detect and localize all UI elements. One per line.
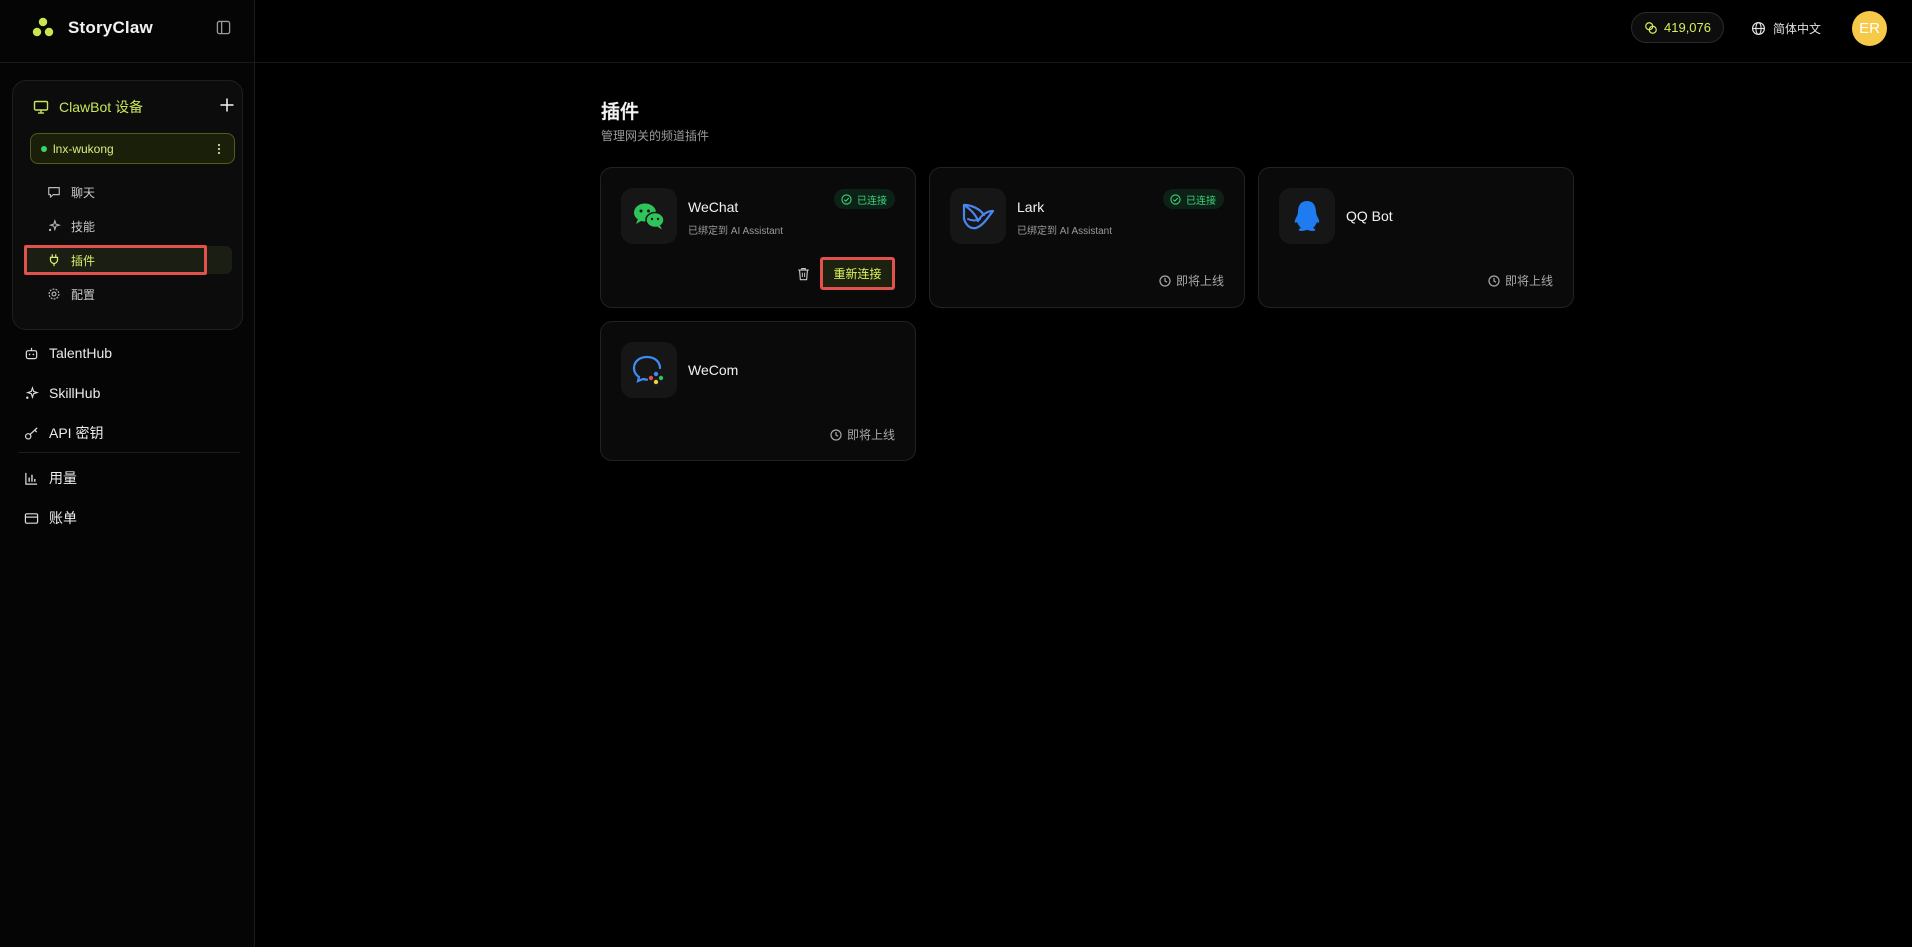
sidebar-item-label: 聊天 xyxy=(71,185,96,200)
device-name: lnx-wukong xyxy=(53,141,114,156)
device-section-title: ClawBot 设备 xyxy=(59,99,144,115)
nav-divider xyxy=(18,452,240,453)
credit-card-icon xyxy=(24,512,39,524)
nav-item-label: API 密钥 xyxy=(49,425,104,441)
coming-soon-text: 即将上线 xyxy=(1175,274,1224,288)
clock-icon xyxy=(830,428,842,441)
credits-value: 419,076 xyxy=(1664,20,1711,35)
clock-icon xyxy=(1488,274,1500,287)
key-icon xyxy=(24,426,38,440)
sidebar-item-label: 配置 xyxy=(71,287,96,302)
status-label: 已连接 xyxy=(1186,195,1216,207)
status-badge: 已连接 xyxy=(834,189,895,209)
check-circle-icon xyxy=(841,193,852,205)
page-title: 插件 xyxy=(601,102,640,123)
monitor-icon xyxy=(33,100,49,114)
sidebar-item-chat[interactable]: 聊天 xyxy=(25,178,232,206)
coming-soon-text: 即将上线 xyxy=(846,428,895,442)
add-device-button[interactable] xyxy=(217,95,237,115)
storyclaw-logo-icon xyxy=(30,15,56,41)
nav-item-skillhub[interactable]: SkillHub xyxy=(24,380,100,406)
plugin-name: WeChat xyxy=(688,199,739,215)
status-label: 已连接 xyxy=(857,195,887,207)
nav-item-label: 用量 xyxy=(49,470,77,486)
online-status-dot xyxy=(41,145,47,152)
settings-icon xyxy=(48,288,60,300)
brand[interactable]: StoryClaw xyxy=(30,15,153,41)
check-circle-icon xyxy=(1170,193,1181,205)
plugin-card-lark: Lark 已绑定到 AI Assistant 已连接 即将上线 xyxy=(929,167,1245,308)
device-section-header: ClawBot 设备 xyxy=(33,97,143,117)
sidebar-item-settings[interactable]: 配置 xyxy=(25,280,232,308)
nav-item-label: 账单 xyxy=(49,510,77,526)
language-label: 简体中文 xyxy=(1773,21,1822,36)
plugin-binding: 已绑定到 AI Assistant xyxy=(688,226,784,237)
plugin-name: Lark xyxy=(1017,199,1045,215)
coming-soon-label: 即将上线 xyxy=(1488,272,1553,289)
plugin-name: QQ Bot xyxy=(1346,208,1393,224)
globe-icon xyxy=(1751,21,1766,35)
nav-item-usage[interactable]: 用量 xyxy=(24,465,77,491)
language-selector[interactable]: 简体中文 xyxy=(1751,17,1821,39)
reconnect-label: 重新连接 xyxy=(833,267,882,281)
coming-soon-label: 即将上线 xyxy=(830,426,895,443)
sparkle-icon xyxy=(48,219,61,232)
plugin-card-qqbot: QQ Bot 即将上线 xyxy=(1258,167,1574,308)
sidebar-item-skills[interactable]: 技能 xyxy=(25,212,232,240)
coming-soon-text: 即将上线 xyxy=(1504,274,1553,288)
wechat-icon xyxy=(621,188,677,244)
chat-icon xyxy=(48,187,60,198)
credits-badge[interactable]: 419,076 xyxy=(1631,12,1724,43)
plus-icon xyxy=(220,98,234,112)
sidebar-collapse-button[interactable] xyxy=(214,18,232,36)
coming-soon-label: 即将上线 xyxy=(1159,272,1224,289)
nav-item-label: SkillHub xyxy=(49,385,101,401)
sparkle-icon xyxy=(25,385,39,399)
robot-icon xyxy=(25,347,38,359)
more-vertical-icon[interactable] xyxy=(214,141,224,157)
nav-item-talenthub[interactable]: TalentHub xyxy=(24,340,112,366)
avatar[interactable]: ER xyxy=(1852,11,1887,46)
plug-icon xyxy=(49,254,59,267)
header-divider xyxy=(255,62,1912,63)
sidebar-divider xyxy=(0,62,255,63)
nav-item-api-keys[interactable]: API 密钥 xyxy=(24,420,103,446)
device-selector[interactable]: lnx-wukong xyxy=(30,133,235,164)
sidebar-toggle-icon xyxy=(216,20,230,34)
plugin-card-wecom: WeCom 即将上线 xyxy=(600,321,916,461)
nav-item-billing[interactable]: 账单 xyxy=(24,505,77,531)
reconnect-button[interactable]: 重新连接 xyxy=(820,257,895,290)
lark-icon xyxy=(950,188,1006,244)
sidebar: StoryClaw ClawBot 设备 lnx-wukong 聊天 技能 插件… xyxy=(0,0,255,947)
sidebar-item-label: 技能 xyxy=(71,219,96,234)
wecom-icon xyxy=(621,342,677,398)
page-subtitle: 管理网关的频道插件 xyxy=(601,129,710,143)
nav-item-label: TalentHub xyxy=(49,345,113,361)
clock-icon xyxy=(1159,274,1171,287)
bar-chart-icon xyxy=(25,472,38,485)
trash-icon xyxy=(797,268,809,281)
app-name: StoryClaw xyxy=(68,18,153,37)
sidebar-item-plugins[interactable]: 插件 xyxy=(25,246,232,274)
delete-button[interactable] xyxy=(795,266,811,282)
coins-icon xyxy=(1645,21,1657,34)
plugin-card-wechat: WeChat 已绑定到 AI Assistant 已连接 重新连接 xyxy=(600,167,916,308)
plugin-binding: 已绑定到 AI Assistant xyxy=(1017,226,1113,237)
sidebar-item-label: 插件 xyxy=(71,253,96,268)
status-badge: 已连接 xyxy=(1163,189,1224,209)
plugin-name: WeCom xyxy=(688,362,739,378)
device-panel: ClawBot 设备 lnx-wukong 聊天 技能 插件 配置 xyxy=(12,80,243,330)
qq-icon xyxy=(1279,188,1335,244)
